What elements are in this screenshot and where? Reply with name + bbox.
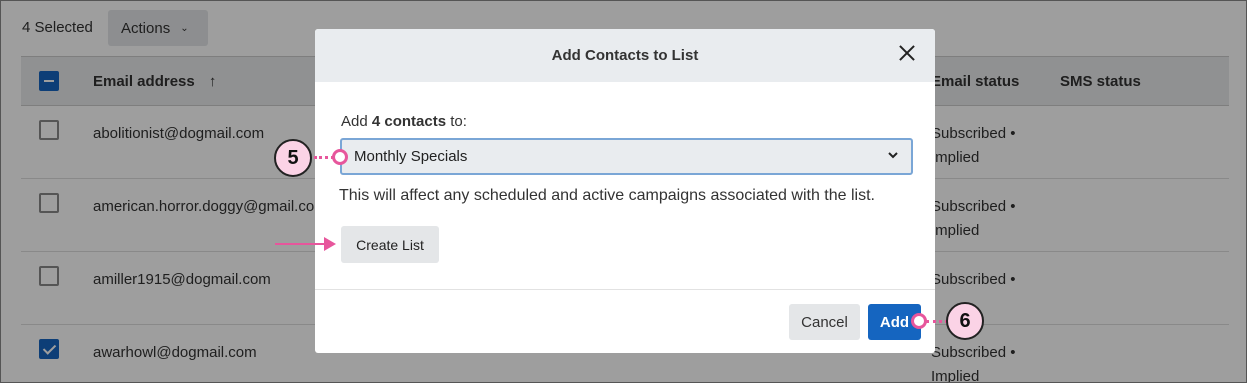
footer-divider xyxy=(315,289,935,290)
step-6-connector xyxy=(926,320,948,323)
arrow-right-icon xyxy=(324,237,336,251)
cancel-button[interactable]: Cancel xyxy=(789,304,860,340)
chevron-down-icon xyxy=(888,152,898,159)
step-6-marker xyxy=(911,313,927,329)
dialog-title: Add Contacts to List xyxy=(551,47,699,64)
step-5-connector xyxy=(314,156,334,159)
contact-count: 4 contacts xyxy=(371,113,447,130)
create-list-button[interactable]: Create List xyxy=(341,226,439,263)
close-icon[interactable] xyxy=(897,43,917,63)
list-select[interactable]: Monthly Specials xyxy=(340,138,913,175)
list-select-value: Monthly Specials xyxy=(354,148,468,165)
create-list-arrow xyxy=(275,243,327,245)
add-prompt: Add 4 contacts to: xyxy=(341,113,467,130)
add-contacts-dialog: Add Contacts to List Add 4 contacts to: … xyxy=(315,29,935,353)
screenshot-frame: 4 Selected Actions ⌄ Email address ↑ Ema… xyxy=(0,0,1247,383)
step-5-badge: 5 xyxy=(274,139,312,177)
step-6-badge: 6 xyxy=(946,302,984,340)
step-5-marker xyxy=(332,149,348,165)
dialog-header: Add Contacts to List xyxy=(315,29,935,82)
campaign-warning: This will affect any scheduled and activ… xyxy=(339,187,875,204)
